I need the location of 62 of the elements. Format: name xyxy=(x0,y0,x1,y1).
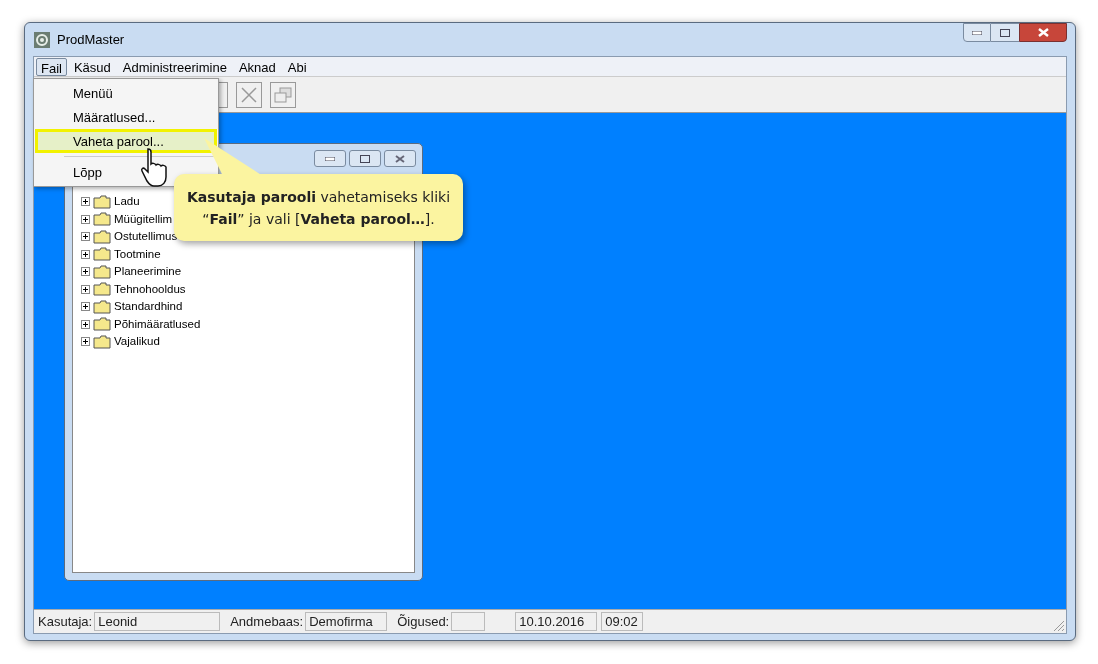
cross-icon xyxy=(241,86,257,103)
folder-icon xyxy=(93,212,111,227)
resize-grip-icon[interactable] xyxy=(1053,620,1065,632)
callout-text: Kasutaja parooli vahetamiseks kliki “Fail” ja vali [Vaheta parool…]. xyxy=(185,187,452,229)
folder-icon xyxy=(93,264,111,279)
expand-icon[interactable] xyxy=(81,284,90,294)
menu-item[interactable]: Määratlused... xyxy=(35,105,217,129)
minimize-icon xyxy=(972,30,982,35)
menu-item[interactable]: Fail xyxy=(36,57,67,76)
expand-icon[interactable] xyxy=(81,337,90,347)
maximize-button[interactable] xyxy=(349,150,381,167)
maximize-icon xyxy=(1000,28,1010,37)
maximize-button[interactable] xyxy=(991,23,1019,42)
folder-icon xyxy=(93,282,111,297)
windows-icon xyxy=(274,86,292,103)
tree-item[interactable]: Vajalikud xyxy=(114,333,160,351)
expand-icon[interactable] xyxy=(81,319,90,329)
status-field: Leonid xyxy=(94,612,221,631)
expand-icon[interactable] xyxy=(81,197,90,207)
tree-item[interactable]: Planeerimine xyxy=(114,263,182,281)
close-button[interactable] xyxy=(1019,23,1067,42)
expand-icon[interactable] xyxy=(81,214,90,224)
status-field: 10.10.2016 xyxy=(515,612,598,631)
folder-icon xyxy=(93,299,111,314)
expand-icon[interactable] xyxy=(81,249,90,259)
status-field: Demofirma xyxy=(305,612,388,631)
menu-item[interactable]: Vaheta parool... xyxy=(35,129,217,153)
status-field: 09:02 xyxy=(601,612,644,631)
expand-icon[interactable] xyxy=(81,302,90,312)
minimize-icon xyxy=(325,156,335,161)
app-logo-icon xyxy=(33,30,51,49)
tree-item[interactable]: Tootmine xyxy=(114,245,161,263)
expand-icon[interactable] xyxy=(81,267,90,277)
status-label: Kasutaja: xyxy=(38,612,93,631)
minimize-button[interactable] xyxy=(963,23,991,42)
folder-icon xyxy=(93,334,111,349)
minimize-button[interactable] xyxy=(314,150,346,167)
maximize-icon xyxy=(360,154,370,163)
menu-item[interactable]: Abi xyxy=(282,57,312,76)
tree-item[interactable]: Müügitellim xyxy=(114,210,173,228)
tree-item[interactable]: Ostutellimus xyxy=(114,228,178,246)
expand-icon[interactable] xyxy=(81,232,90,242)
menu-item[interactable]: Käsud xyxy=(68,57,116,76)
close-button[interactable] xyxy=(384,150,416,167)
close-icon xyxy=(395,154,405,163)
status-field xyxy=(451,612,486,631)
window-title: ProdMaster xyxy=(57,30,125,49)
folder-icon xyxy=(93,194,111,209)
folder-icon xyxy=(93,229,111,244)
tree-item[interactable]: Põhimääratlused xyxy=(114,315,201,333)
tree-item[interactable]: Tehnohooldus xyxy=(114,280,186,298)
folder-icon xyxy=(93,247,111,262)
folder-icon xyxy=(93,317,111,332)
toolbar-button[interactable] xyxy=(218,81,228,108)
menu-item[interactable]: Menüü xyxy=(35,81,217,105)
status-label: Andmebaas: xyxy=(230,612,304,631)
tree-item[interactable]: Ladu xyxy=(114,193,140,211)
close-icon xyxy=(1037,28,1049,37)
tree-item[interactable]: Standardhind xyxy=(114,298,183,316)
menu-item[interactable]: Aknad xyxy=(233,57,281,76)
menu-item[interactable]: Administreerimine xyxy=(117,57,232,76)
status-label: Õigused: xyxy=(397,612,450,631)
